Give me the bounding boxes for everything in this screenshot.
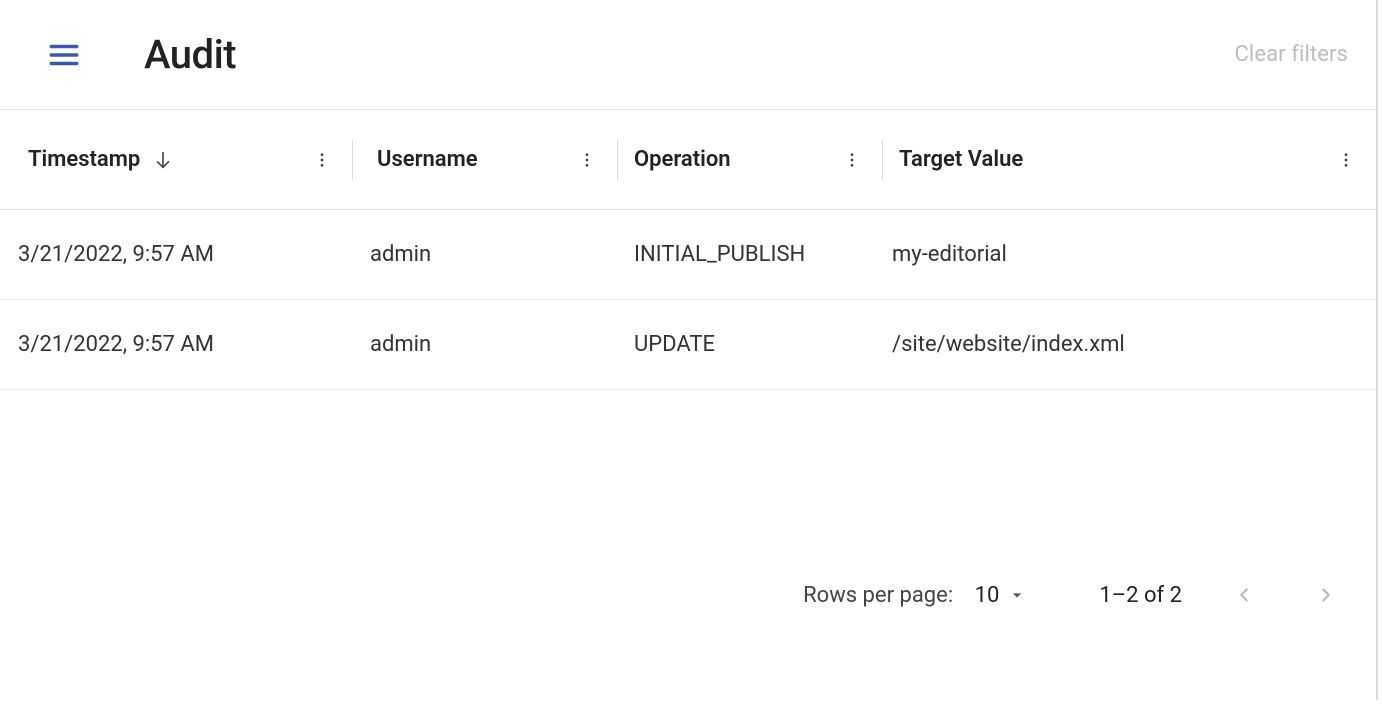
column-header-target-value[interactable]: Target Value: [883, 110, 1376, 209]
column-label: Timestamp: [28, 147, 140, 172]
next-page-button[interactable]: [1306, 575, 1346, 615]
pagination: Rows per page: 10 1–2 of 2: [803, 575, 1346, 615]
menu-button[interactable]: [40, 31, 88, 79]
cell-operation: INITIAL_PUBLISH: [616, 242, 880, 267]
hamburger-icon: [47, 38, 81, 72]
table-header: Timestamp Username Operation: [0, 110, 1376, 210]
table-row[interactable]: 3/21/2022, 9:57 AMadminINITIAL_PUBLISHmy…: [0, 210, 1376, 300]
column-menu-button[interactable]: [310, 140, 334, 180]
rows-per-page-label: Rows per page: 10: [803, 583, 1027, 608]
table-body: 3/21/2022, 9:57 AMadminINITIAL_PUBLISHmy…: [0, 210, 1376, 390]
column-menu-button[interactable]: [1334, 140, 1358, 180]
page-title: Audit: [144, 31, 236, 78]
column-menu-button[interactable]: [575, 140, 599, 180]
cell-timestamp: 3/21/2022, 9:57 AM: [0, 242, 352, 267]
more-vert-icon: [1337, 151, 1355, 169]
page-header: Audit Clear filters: [0, 0, 1376, 110]
cell-timestamp: 3/21/2022, 9:57 AM: [0, 332, 352, 357]
more-vert-icon: [843, 151, 861, 169]
pagination-range: 1–2 of 2: [1099, 583, 1182, 608]
cell-operation: UPDATE: [616, 332, 880, 357]
chevron-right-icon: [1315, 584, 1337, 606]
cell-target-value: my-editorial: [880, 242, 1376, 267]
audit-table: Timestamp Username Operation: [0, 110, 1376, 390]
column-label: Username: [377, 147, 478, 172]
column-label: Operation: [634, 147, 731, 172]
clear-filters-button[interactable]: Clear filters: [1234, 42, 1348, 67]
chevron-left-icon: [1233, 584, 1255, 606]
table-row[interactable]: 3/21/2022, 9:57 AMadminUPDATE/site/websi…: [0, 300, 1376, 390]
cell-username: admin: [352, 242, 616, 267]
arrow-down-icon: [152, 149, 174, 171]
column-header-username[interactable]: Username: [353, 110, 617, 209]
cell-target-value: /site/website/index.xml: [880, 332, 1376, 357]
previous-page-button[interactable]: [1224, 575, 1264, 615]
rows-per-page-value: 10: [975, 583, 1000, 608]
more-vert-icon: [578, 151, 596, 169]
rows-per-page-select[interactable]: 10: [975, 583, 1028, 608]
column-header-operation[interactable]: Operation: [618, 110, 882, 209]
caret-down-icon: [1007, 585, 1027, 605]
column-header-timestamp[interactable]: Timestamp: [0, 110, 352, 209]
column-menu-button[interactable]: [840, 140, 864, 180]
cell-username: admin: [352, 332, 616, 357]
more-vert-icon: [313, 151, 331, 169]
column-label: Target Value: [899, 147, 1023, 172]
